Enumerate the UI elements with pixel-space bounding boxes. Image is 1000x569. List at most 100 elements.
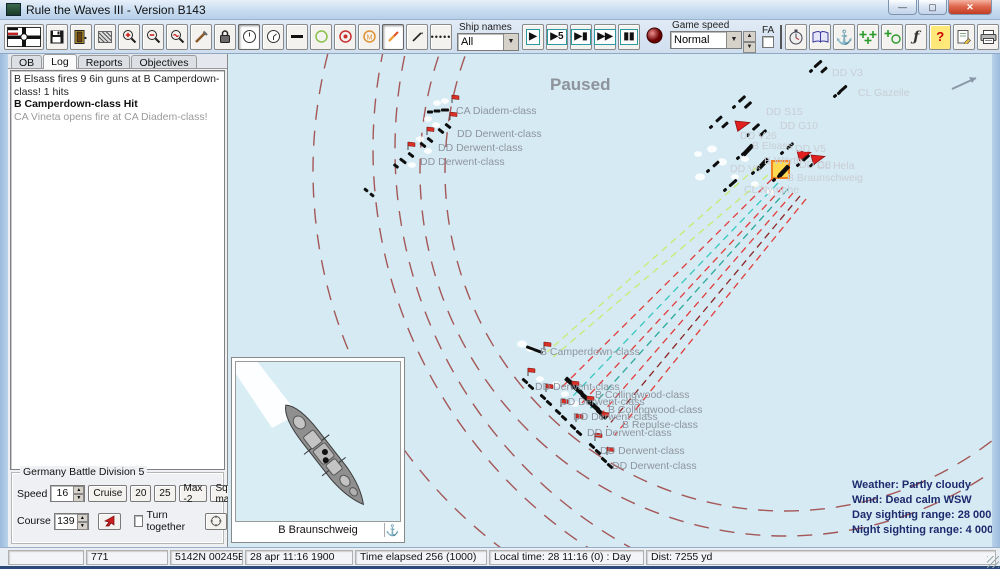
british-ship[interactable] (527, 383, 535, 391)
pause-button[interactable]: ▮▮ (618, 23, 640, 50)
german-ship[interactable] (832, 93, 838, 99)
log-book-button[interactable] (809, 23, 832, 50)
german-ship[interactable] (708, 124, 714, 130)
exit-button[interactable] (70, 23, 92, 50)
map-texture-button[interactable] (94, 23, 116, 50)
german-ship[interactable] (738, 95, 747, 103)
notes-button[interactable] (953, 23, 976, 50)
maximize-button[interactable]: ▢ (918, 0, 947, 15)
game-speed-label: Game speed (672, 19, 730, 31)
british-ship[interactable] (539, 393, 547, 401)
stopwatch-button[interactable] (785, 23, 808, 50)
smoke-puff (695, 173, 705, 181)
chevron-down-icon[interactable]: ▼ (726, 31, 741, 48)
british-ship[interactable] (369, 192, 375, 198)
german-ship[interactable] (808, 68, 814, 74)
german-ship[interactable] (744, 101, 753, 109)
game-speed-spinner[interactable]: ▲ ▼ (743, 30, 756, 53)
tab-ob[interactable]: OB (11, 55, 43, 69)
british-ship[interactable] (600, 456, 608, 464)
tab-objectives[interactable]: Objectives (131, 55, 197, 69)
british-ship[interactable] (569, 423, 577, 431)
time-hands-button[interactable] (262, 23, 284, 50)
anchor-icon[interactable]: ⚓ (384, 523, 400, 537)
speed-stepper[interactable]: 16 ▲ ▼ (50, 485, 86, 502)
set-course-button[interactable] (97, 512, 121, 530)
close-button[interactable]: ✕ (948, 0, 992, 15)
game-speed-select[interactable]: Normal ▼ (670, 30, 742, 49)
battle-log[interactable]: B Elsass fires 9 6in guns at B Camperdow… (10, 70, 225, 470)
zoom-fit-button[interactable] (166, 23, 188, 50)
british-ship[interactable] (427, 110, 433, 114)
course-line-button[interactable] (382, 23, 404, 50)
sea-color-swatch[interactable] (780, 24, 783, 49)
zoom-in-button[interactable] (118, 23, 140, 50)
mines-button[interactable] (214, 23, 236, 50)
play-step-button[interactable]: ▶▮ (570, 23, 592, 50)
dots-button[interactable]: ••••• (430, 23, 452, 50)
play-button[interactable]: ▶ (522, 23, 544, 50)
german-ship[interactable] (721, 121, 729, 129)
print-button[interactable] (977, 23, 1000, 50)
course-stepper[interactable]: 139 ▲ ▼ (53, 512, 89, 530)
german-ship[interactable] (728, 178, 738, 188)
british-ship[interactable] (399, 157, 407, 165)
british-ship[interactable] (545, 399, 553, 407)
time-circle-button[interactable] (238, 23, 260, 50)
tab-log[interactable]: Log (43, 54, 77, 69)
british-ship[interactable] (363, 187, 369, 193)
tactical-map[interactable]: CA Diadem-class DD Derwent-class DD Derwen… (228, 54, 1000, 547)
british-ship[interactable] (444, 123, 452, 130)
ship-names-select[interactable]: All ▼ (457, 32, 519, 51)
german-ship[interactable] (715, 115, 723, 123)
play-5-button[interactable]: ▶5 (546, 23, 568, 50)
british-ship[interactable] (437, 128, 445, 135)
title-bar[interactable]: Rule the Waves III - Version B143 — ▢ ✕ (0, 0, 1000, 20)
damage-button[interactable]: ƒ (905, 23, 928, 50)
speed-preset-max-2[interactable]: Max -2 (178, 483, 208, 505)
british-ship[interactable] (441, 108, 449, 112)
formation-cross-button[interactable] (857, 23, 880, 50)
british-ship[interactable] (433, 109, 441, 113)
resize-grip[interactable] (987, 556, 999, 568)
formation-circle-button[interactable] (881, 23, 904, 50)
british-ship[interactable] (575, 429, 583, 437)
orange-circle-button[interactable]: M (358, 23, 380, 50)
chevron-down-icon[interactable]: ▼ (503, 33, 518, 50)
course-down-icon[interactable]: ▼ (76, 521, 88, 530)
german-ship[interactable] (705, 168, 711, 174)
british-ship[interactable] (407, 152, 415, 159)
save-button[interactable] (46, 23, 68, 50)
british-ship[interactable] (554, 408, 562, 416)
german-ensign-button[interactable] (4, 23, 44, 50)
zoom-out-button[interactable] (142, 23, 164, 50)
formation-turn-button[interactable] (205, 512, 228, 530)
speed-preset-cruise[interactable]: Cruise (88, 485, 128, 502)
red-target-button[interactable] (334, 23, 356, 50)
tab-reports[interactable]: Reports (77, 55, 131, 69)
speed-preset-25[interactable]: 25 (154, 485, 176, 502)
british-ship[interactable] (521, 377, 529, 385)
course-up-icon[interactable]: ▲ (76, 513, 88, 522)
german-ship[interactable] (820, 66, 828, 74)
fa-checkbox[interactable] (762, 36, 775, 48)
range-dash-button[interactable] (286, 23, 308, 50)
gunnery-button[interactable] (190, 23, 212, 50)
speed-preset-20[interactable]: 20 (130, 485, 152, 502)
play-fast-button[interactable]: ▶▶ (594, 23, 616, 50)
german-ship[interactable] (735, 155, 741, 161)
british-ship[interactable] (560, 414, 568, 422)
british-ship-label: DD Derwent-class (612, 460, 697, 472)
speed-up-icon[interactable]: ▲ (73, 486, 85, 494)
minimize-button[interactable]: — (888, 0, 917, 15)
speed-down-icon[interactable]: ▼ (73, 494, 85, 502)
anchor-button[interactable]: ⚓ (833, 23, 856, 50)
british-ship[interactable] (426, 137, 434, 144)
pencil-line-button[interactable] (406, 23, 428, 50)
german-ship[interactable] (813, 59, 823, 69)
german-ship[interactable] (731, 104, 737, 110)
turn-together-checkbox[interactable] (133, 515, 143, 527)
german-ship[interactable] (722, 187, 728, 193)
green-circle-button[interactable] (310, 23, 332, 50)
help-button[interactable]: ? (929, 23, 952, 50)
